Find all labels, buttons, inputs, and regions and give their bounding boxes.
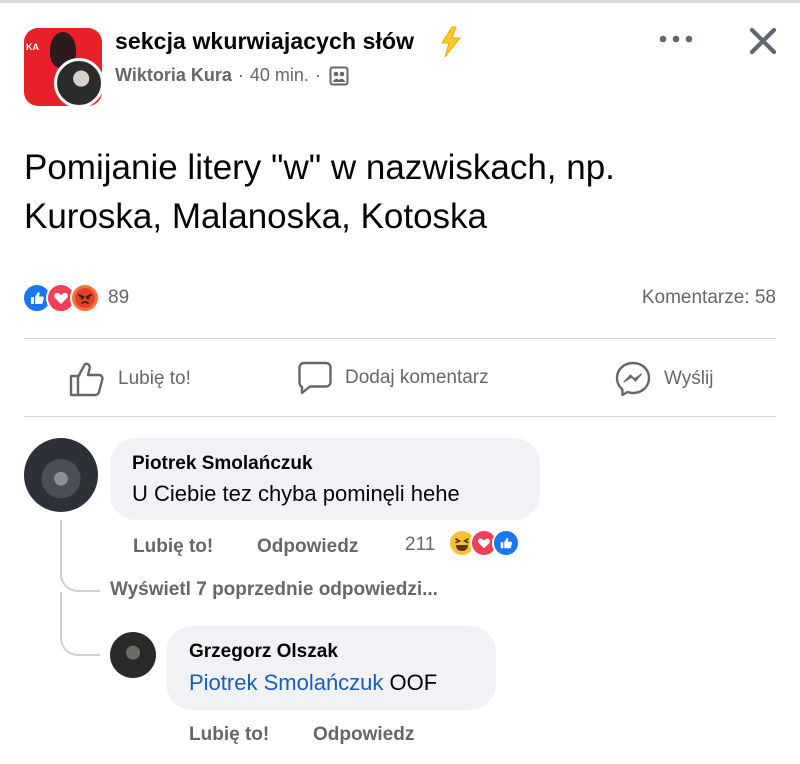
author-name[interactable]: Wiktoria Kura [115, 65, 232, 86]
thumbs-up-icon [69, 362, 104, 397]
comment-button[interactable]: Dodaj komentarz [297, 360, 489, 396]
author-avatar[interactable] [54, 58, 104, 108]
messenger-icon [615, 361, 651, 397]
meta-separator-2: · [314, 65, 321, 85]
more-options-button[interactable] [656, 28, 696, 54]
comment-text: U Ciebie tez chyba pominęli hehe [132, 481, 460, 506]
like-button[interactable]: Lubię to! [68, 360, 191, 398]
angry-icon [70, 283, 100, 313]
divider-bottom [24, 416, 776, 417]
reaction-count[interactable]: 89 [108, 287, 129, 309]
post-text: Pomijanie litery "w" w nazwiskach, np. K… [24, 143, 764, 241]
group-name[interactable]: sekcja wkurwiajacych słów [115, 28, 414, 55]
commenter-avatar[interactable] [24, 438, 98, 512]
meta-separator: · [237, 65, 244, 85]
reply-reply-button[interactable]: Odpowiedz [313, 724, 414, 746]
reply-text: Piotrek Smolańczuk OOF [189, 670, 437, 696]
divider-top [24, 338, 776, 339]
comment-like-button[interactable]: Lubię to! [133, 536, 213, 558]
comment-reactions[interactable] [448, 529, 520, 557]
top-divider [0, 0, 800, 3]
more-dots-icon [659, 35, 693, 43]
comment-reply-button[interactable]: Odpowiedz [257, 536, 358, 558]
reply-body: OOF [383, 670, 438, 695]
comment-button-label: Dodaj komentarz [345, 367, 489, 388]
like-button-label: Lubię to! [118, 368, 191, 389]
comment-reaction-count[interactable]: 211 [405, 534, 435, 556]
reply-author-avatar[interactable] [110, 632, 156, 678]
post-text-line-2: Kuroska, Malanoska, Kotoska [24, 197, 488, 236]
comment-icon [298, 361, 332, 395]
comment-bubble [110, 438, 540, 520]
reply-like-button[interactable]: Lubię to! [189, 724, 269, 746]
send-button[interactable]: Wyślij [614, 360, 713, 398]
close-button[interactable] [744, 22, 782, 60]
thread-connector [60, 560, 100, 592]
thread-connector-2 [60, 610, 100, 656]
like-icon [492, 529, 520, 557]
group-privacy-icon [329, 66, 349, 85]
lightning-emoji-icon [441, 26, 462, 58]
reply-bubble [166, 626, 496, 710]
post-time[interactable]: 40 min. [250, 65, 309, 86]
send-button-label: Wyślij [664, 368, 714, 389]
group-avatar-text: KA [26, 42, 39, 52]
post-meta: Wiktoria Kura · 40 min. · [115, 65, 349, 86]
view-previous-replies-link[interactable]: Wyświetl 7 poprzednie odpowiedzi... [110, 579, 438, 601]
reply-mention[interactable]: Piotrek Smolańczuk [189, 670, 383, 695]
comment-author[interactable]: Piotrek Smolańczuk [132, 453, 313, 475]
close-icon [749, 27, 777, 55]
reply-author[interactable]: Grzegorz Olszak [189, 641, 338, 663]
comments-count[interactable]: Komentarze: 58 [642, 287, 776, 309]
post-text-line-1: Pomijanie litery "w" w nazwiskach, np. [24, 148, 615, 187]
reactions-summary[interactable]: 89 [22, 283, 129, 313]
